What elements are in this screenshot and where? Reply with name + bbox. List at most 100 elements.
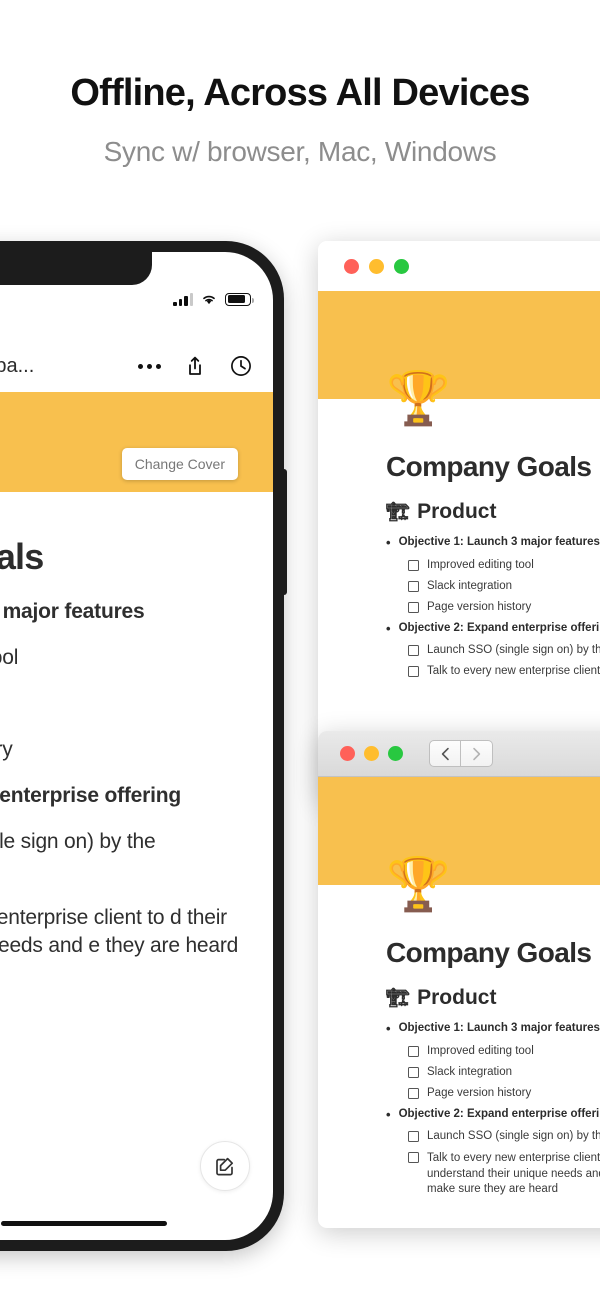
trophy-icon: 🏆: [386, 856, 451, 914]
section-heading-label: Product: [417, 986, 497, 1009]
checkbox-icon[interactable]: [408, 601, 419, 613]
checkbox-icon[interactable]: [408, 559, 419, 571]
close-button[interactable]: [340, 746, 355, 761]
construction-icon: 🏗: [386, 988, 411, 1009]
close-button[interactable]: [344, 258, 359, 274]
page-title: Offline, Across All Devices: [70, 72, 530, 114]
phone-app-header: 🏆 Compa...: [0, 340, 273, 392]
checkbox-icon[interactable]: [408, 1087, 419, 1099]
chevron-left-icon: [441, 747, 449, 760]
list-item: • Objective 2: Expand enterprise offerin…: [386, 620, 600, 636]
history-icon[interactable]: [229, 354, 253, 378]
checklist-item[interactable]: Talk to every new enterprise client to u…: [408, 1151, 600, 1198]
document-cover: 🏆: [318, 777, 600, 911]
phone-line: gration: [0, 692, 249, 716]
trophy-icon: 🏆: [386, 370, 451, 428]
titlebar: [318, 241, 600, 291]
checklist-item[interactable]: Launch SSO (single sign on) by the end o…: [408, 644, 600, 657]
signal-bars-icon: [173, 292, 193, 306]
list-item-label: Objective 1: Launch 3 major features: [398, 1022, 600, 1034]
bullet-dot: •: [386, 535, 391, 550]
checklist-item-label: Talk to every new enterprise client to u…: [427, 665, 600, 678]
battery-icon: [225, 292, 254, 306]
titlebar: [318, 731, 600, 777]
compose-icon: [216, 1157, 234, 1176]
promo-screenshot: Offline, Across All Devices Sync w/ brow…: [0, 0, 600, 1299]
checklist-item[interactable]: Launch SSO (single sign on) by the end o…: [408, 1130, 600, 1143]
document-body: Company Goals 🏗 Product • Objective 1: L…: [318, 399, 600, 678]
phone-line: Expand enterprise offering: [0, 784, 182, 807]
phone-line: aunch 3 major features: [0, 600, 145, 623]
checklist-item-label: Slack integration: [427, 1065, 513, 1078]
checkbox-icon[interactable]: [408, 1066, 419, 1078]
status-bar: [173, 292, 254, 306]
page-subtitle: Sync w/ browser, Mac, Windows: [103, 136, 497, 167]
bullet-dot: •: [386, 1021, 391, 1036]
objective-list: • Objective 1: Launch 3 major features I…: [386, 1022, 600, 1198]
forward-button[interactable]: [461, 740, 493, 767]
checkbox-icon[interactable]: [408, 1152, 419, 1164]
checklist-item-label: Improved editing tool: [427, 1044, 534, 1057]
construction-icon: 🏗: [386, 502, 411, 523]
phone-mockup: 🏆 Compa... Change Cover: [0, 241, 287, 1251]
document-cover: 🏆: [318, 291, 600, 425]
checkbox-icon[interactable]: [408, 666, 419, 678]
home-indicator: [1, 1221, 167, 1226]
document-title: Company Goals: [386, 937, 592, 968]
chevron-right-icon: [473, 747, 481, 760]
checkbox-icon[interactable]: [408, 645, 419, 657]
list-item-label: Objective 1: Launch 3 major features: [398, 536, 600, 548]
zoom-button[interactable]: [394, 258, 409, 274]
checklist-item[interactable]: Slack integration: [408, 580, 600, 592]
zoom-button[interactable]: [388, 746, 403, 761]
bullet-dot: •: [386, 1106, 391, 1122]
list-item: • Objective 1: Launch 3 major features: [386, 1022, 600, 1036]
list-item: • Objective 2: Expand enterprise offerin…: [386, 1106, 600, 1122]
checklist-item-label: Page version history: [427, 600, 532, 613]
checklist-item[interactable]: Page version history: [408, 1087, 600, 1099]
checkbox-icon[interactable]: [408, 1131, 419, 1143]
compose-button[interactable]: [200, 1141, 250, 1191]
phone-screen: 🏆 Compa... Change Cover: [0, 252, 273, 1240]
objective-list: • Objective 1: Launch 3 major features I…: [386, 536, 600, 678]
mac-window-front: 🏆 Company Goals 🏗 Product • Objective 1:…: [318, 731, 600, 1228]
checklist-item[interactable]: Talk to every new enterprise client to u…: [408, 665, 600, 678]
checklist-item-label: Launch SSO (single sign on) by the end o…: [427, 1130, 600, 1143]
phone-line: ion history: [0, 738, 13, 761]
phone-cover-image: Change Cover: [0, 392, 273, 492]
share-icon[interactable]: [183, 354, 207, 378]
checklist-item-label: Page version history: [427, 1086, 532, 1099]
minimize-button[interactable]: [369, 258, 384, 274]
checklist-item-label: Talk to every new enterprise client to u…: [427, 1152, 600, 1196]
mac-window-back: 🏆 Company Goals 🏗 Product • Objective 1:…: [318, 241, 600, 801]
section-heading: 🏗 Product: [386, 986, 600, 1010]
checkbox-icon[interactable]: [408, 580, 419, 592]
more-options-icon[interactable]: [138, 363, 161, 369]
document-title: Company Goals: [386, 451, 592, 482]
phone-line-wrapped: ery new enterprise client to d their uni…: [0, 906, 239, 958]
list-item: • Objective 1: Launch 3 major features: [386, 536, 600, 550]
change-cover-button[interactable]: Change Cover: [121, 448, 238, 480]
phone-line: SO (single sign on) by the: [0, 830, 156, 853]
list-item-label: Objective 2: Expand enterprise offering: [398, 621, 600, 634]
checklist-item[interactable]: Page version history: [408, 601, 600, 613]
phone-document-title: y Goals: [0, 536, 44, 577]
checklist-item-label: Launch SSO (single sign on) by the end o…: [427, 644, 600, 657]
phone-notch: [0, 252, 152, 285]
section-heading: 🏗 Product: [386, 500, 600, 524]
checklist-item[interactable]: Improved editing tool: [408, 1045, 600, 1057]
wifi-icon: [203, 295, 215, 305]
checkbox-icon[interactable]: [408, 1045, 419, 1057]
phone-line: editing tool: [0, 646, 19, 669]
phone-doc-breadcrumb[interactable]: Compa...: [0, 355, 34, 378]
checklist-item[interactable]: Improved editing tool: [408, 559, 600, 571]
minimize-button[interactable]: [364, 746, 379, 761]
section-heading-label: Product: [417, 500, 497, 523]
bullet-dot: •: [386, 620, 391, 636]
checklist-item[interactable]: Slack integration: [408, 1066, 600, 1078]
phone-line: e year: [0, 858, 249, 882]
phone-side-button[interactable]: [282, 469, 287, 595]
checklist-item-label: Improved editing tool: [427, 558, 534, 571]
back-button[interactable]: [429, 740, 461, 767]
document-body: Company Goals 🏗 Product • Objective 1: L…: [318, 885, 600, 1198]
